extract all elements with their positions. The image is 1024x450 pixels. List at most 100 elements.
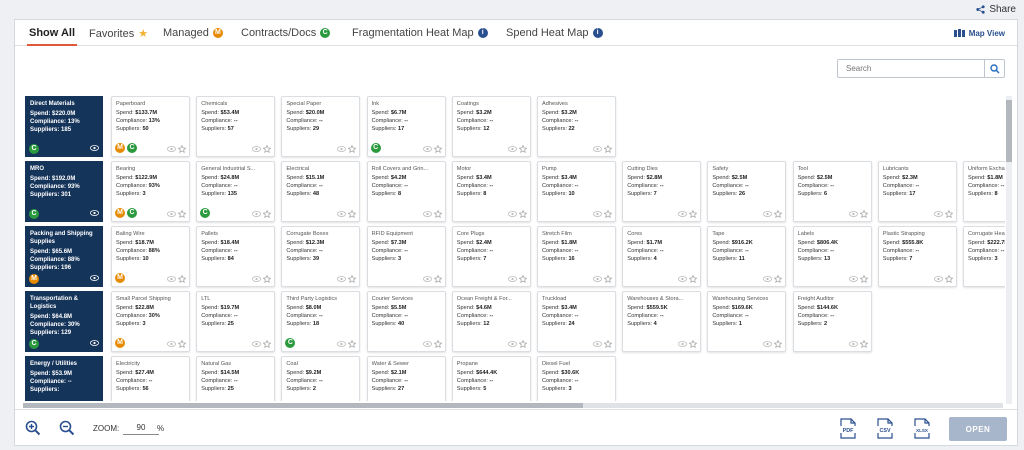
subcategory-card[interactable]: Coatings Spend: $3.2M Compliance: -- Suppli…	[451, 96, 531, 157]
subcategory-card[interactable]: Warehousing Services Spend: $169.6K Compli…	[707, 291, 787, 352]
subcategory-card[interactable]: LTL Spend: $19.7M Compliance: -- Suppliers:…	[196, 291, 276, 352]
share-button[interactable]: Share	[976, 4, 1016, 15]
favorite-star-icon[interactable]	[774, 340, 783, 348]
eye-icon[interactable]	[593, 276, 602, 282]
eye-icon[interactable]	[422, 146, 432, 152]
subcategory-card[interactable]: Ink Spend: $6.7M Compliance: -- Suppliers: …	[366, 96, 446, 157]
favorite-star-icon[interactable]	[263, 210, 272, 218]
eye-icon[interactable]	[593, 211, 602, 217]
tab-managed[interactable]: Managed M	[163, 27, 223, 39]
vertical-scroll-thumb[interactable]	[1006, 100, 1012, 162]
eye-icon[interactable]	[848, 211, 858, 217]
favorite-star-icon[interactable]	[178, 340, 186, 348]
subcategory-card[interactable]: Freight Auditor Spend: $144.6K Compliance:…	[792, 291, 872, 352]
subcategory-card[interactable]: Paperboard Spend: $133.7M Compliance: 13% S…	[111, 96, 190, 157]
subcategory-card[interactable]: Third Party Logistics Spend: $8.0M Complia…	[281, 291, 361, 352]
favorite-star-icon[interactable]	[859, 340, 868, 348]
subcategory-card[interactable]: Coal Spend: $9.2M Compliance: -- Suppliers:…	[281, 356, 361, 401]
subcategory-card[interactable]: Corrugate Boxes Spend: $12.3M Compliance: …	[281, 226, 361, 287]
eye-icon[interactable]	[507, 146, 517, 152]
export-csv-button[interactable]: CSV	[876, 418, 894, 439]
eye-icon[interactable]	[933, 211, 943, 217]
tab-contracts-docs[interactable]: Contracts/Docs C	[241, 27, 331, 39]
eye-icon[interactable]	[507, 211, 517, 217]
eye-icon[interactable]	[507, 341, 517, 347]
eye-icon[interactable]	[252, 341, 262, 347]
subcategory-card[interactable]: Small Parcel Shipping Spend: $22.8M Compli…	[111, 291, 190, 352]
favorite-star-icon[interactable]	[944, 275, 953, 283]
subcategory-card[interactable]: Cores Spend: $1.7M Compliance: -- Suppliers…	[622, 226, 702, 287]
favorite-star-icon[interactable]	[433, 340, 442, 348]
tab-show-all[interactable]: Show All	[29, 27, 75, 39]
subcategory-card[interactable]: Baling Wire Spend: $18.7M Compliance: 88% S…	[111, 226, 190, 287]
subcategory-card[interactable]: RFID Equipment Spend: $7.3M Compliance: --…	[366, 226, 446, 287]
subcategory-card[interactable]: Water & Sewer Spend: $2.1M Compliance: -- S…	[366, 356, 446, 401]
favorite-star-icon[interactable]	[433, 210, 442, 218]
subcategory-card[interactable]: Adhesives Spend: $3.2M Compliance: -- Suppl…	[537, 96, 616, 157]
tab-fragmentation-heat-map[interactable]: Fragmentation Heat Map i	[352, 27, 488, 39]
eye-icon[interactable]	[167, 146, 176, 152]
map-view-button[interactable]: Map View	[953, 29, 1005, 38]
subcategory-card[interactable]: Cutting Dies Spend: $2.8M Compliance: -- Su…	[622, 161, 702, 222]
horizontal-scroll-thumb[interactable]	[23, 403, 583, 408]
subcategory-card[interactable]: Pump Spend: $3.4M Compliance: -- Suppliers:…	[537, 161, 616, 222]
favorite-star-icon[interactable]	[774, 275, 783, 283]
tab-favorites[interactable]: Favorites ★	[89, 27, 148, 41]
subcategory-card[interactable]: Electricity Spend: $27.4M Compliance: -- Su…	[111, 356, 190, 401]
favorite-star-icon[interactable]	[263, 275, 272, 283]
subcategory-card[interactable]: Roll Covers and Grin... Spend: $4.2M Compl…	[366, 161, 446, 222]
eye-icon[interactable]	[252, 146, 262, 152]
eye-icon[interactable]	[678, 211, 688, 217]
eye-icon[interactable]	[678, 276, 688, 282]
category-tile[interactable]: Direct Materials Spend: $220.0M Compliance…	[25, 96, 103, 157]
favorite-star-icon[interactable]	[263, 145, 272, 153]
favorite-star-icon[interactable]	[518, 340, 527, 348]
favorite-star-icon[interactable]	[178, 145, 186, 153]
subcategory-card[interactable]: Truckload Spend: $3.4M Compliance: -- Suppl…	[537, 291, 616, 352]
zoom-input[interactable]	[123, 420, 159, 435]
category-tile[interactable]: Energy / Utilities Spend: $53.9M Complianc…	[25, 356, 103, 401]
export-xlsx-button[interactable]: XLSX	[913, 418, 931, 439]
horizontal-scrollbar[interactable]	[23, 403, 1003, 408]
subcategory-card[interactable]: Propane Spend: $644.4K Compliance: -- Suppl…	[451, 356, 531, 401]
eye-icon[interactable]	[678, 341, 688, 347]
subcategory-card[interactable]: Stretch Film Spend: $1.8M Compliance: -- Su…	[537, 226, 616, 287]
eye-icon[interactable]	[422, 341, 432, 347]
favorite-star-icon[interactable]	[944, 210, 953, 218]
eye-icon[interactable]	[90, 210, 99, 216]
subcategory-card[interactable]: Ocean Freight & For... Spend: $4.6M Compli…	[451, 291, 531, 352]
favorite-star-icon[interactable]	[689, 210, 698, 218]
favorite-star-icon[interactable]	[518, 145, 527, 153]
subcategory-card[interactable]: Plastic Strapping Spend: $555.8K Complianc…	[877, 226, 957, 287]
subcategory-card[interactable]: Natural Gas Spend: $14.5M Compliance: -- Su…	[196, 356, 276, 401]
favorite-star-icon[interactable]	[518, 210, 527, 218]
subcategory-card[interactable]: Pallets Spend: $18.4M Compliance: -- Suppli…	[196, 226, 276, 287]
category-view-toggle[interactable]	[90, 275, 99, 284]
favorite-star-icon[interactable]	[178, 275, 186, 283]
favorite-star-icon[interactable]	[263, 340, 272, 348]
favorite-star-icon[interactable]	[348, 145, 357, 153]
eye-icon[interactable]	[422, 276, 432, 282]
eye-icon[interactable]	[593, 341, 602, 347]
favorite-star-icon[interactable]	[518, 275, 527, 283]
subcategory-card[interactable]: Bearing Spend: $122.9M Compliance: 93% Supp…	[111, 161, 190, 222]
eye-icon[interactable]	[507, 276, 517, 282]
eye-icon[interactable]	[167, 211, 176, 217]
subcategory-card[interactable]: Labels Spend: $806.4K Compliance: -- Suppli…	[792, 226, 872, 287]
eye-icon[interactable]	[848, 341, 858, 347]
category-view-toggle[interactable]	[90, 210, 99, 219]
favorite-star-icon[interactable]	[348, 340, 357, 348]
favorite-star-icon[interactable]	[433, 145, 442, 153]
subcategory-card[interactable]: Tape Spend: $916.2K Compliance: -- Supplier…	[707, 226, 787, 287]
eye-icon[interactable]	[167, 276, 176, 282]
subcategory-card[interactable]: Safety Spend: $2.5M Compliance: -- Supplier…	[707, 161, 787, 222]
category-tile[interactable]: Transportation & Logistics Spend: $64.8M C…	[25, 291, 103, 352]
subcategory-card[interactable]: Core Plugs Spend: $2.4M Compliance: -- Supp…	[451, 226, 531, 287]
subcategory-card[interactable]: Special Paper Spend: $20.0M Compliance: --…	[281, 96, 361, 157]
eye-icon[interactable]	[90, 275, 99, 281]
eye-icon[interactable]	[337, 211, 347, 217]
subcategory-card[interactable]: Uniform Exchange Spend: $1.8MCompliance: …	[963, 161, 1005, 222]
eye-icon[interactable]	[337, 276, 347, 282]
favorite-star-icon[interactable]	[178, 210, 186, 218]
subcategory-card[interactable]: Chemicals Spend: $53.4M Compliance: -- Supp…	[196, 96, 276, 157]
